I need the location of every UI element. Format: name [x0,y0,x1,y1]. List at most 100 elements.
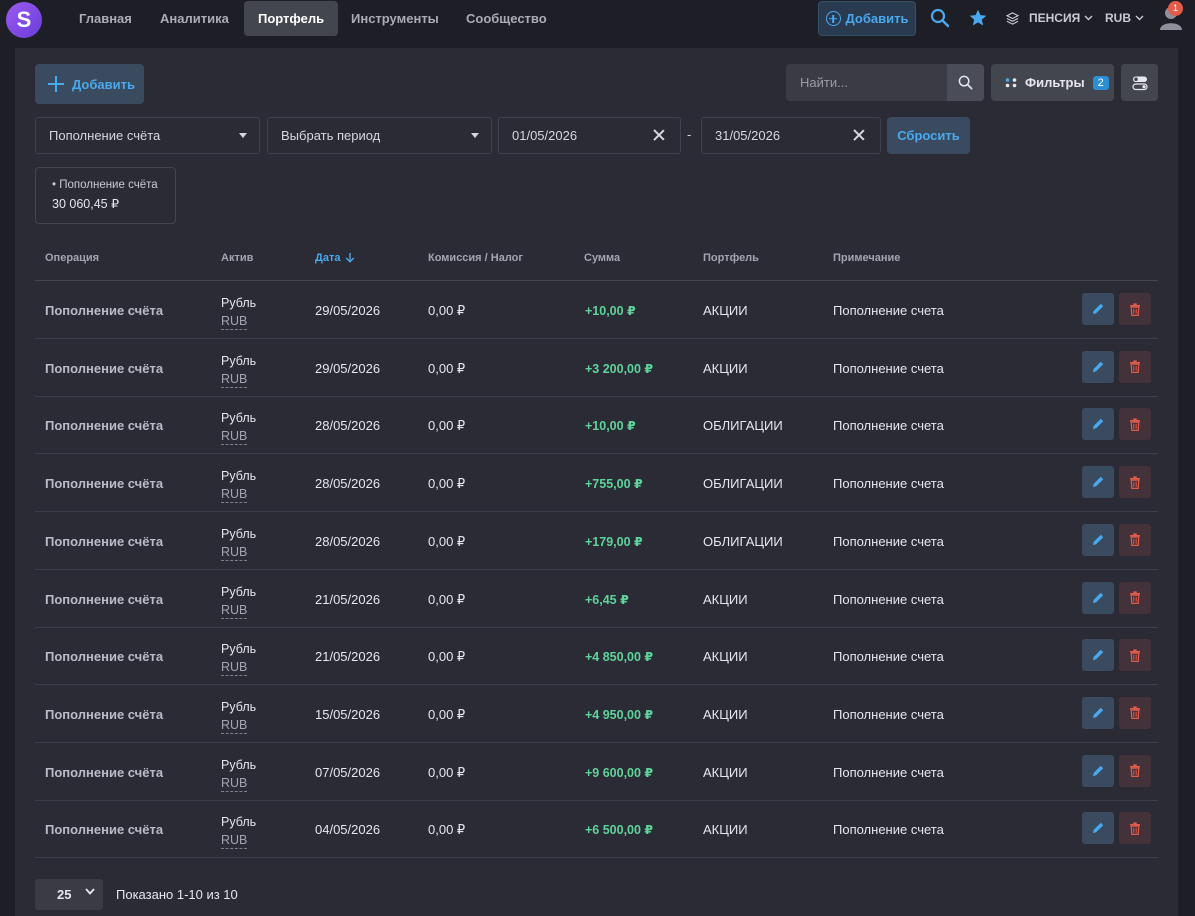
caret-down-icon [239,133,247,138]
layers-icon [1006,11,1019,25]
asset-cell: Рубль RUB [221,409,256,446]
edit-row-button[interactable] [1082,812,1114,845]
nav-link-analytics[interactable]: Аналитика [146,1,243,36]
delete-row-button[interactable] [1119,523,1151,556]
search-icon[interactable] [930,8,950,28]
edit-row-button[interactable] [1082,408,1114,441]
search-box [786,64,984,101]
table-row: Пополнение счёта Рубль RUB 28/05/2026 0,00 ₽… [35,512,1158,570]
delete-row-button[interactable] [1119,639,1151,672]
asset-cell: Рубль RUB [221,294,256,330]
star-icon[interactable] [968,8,988,28]
column-header-sum[interactable]: Сумма [584,252,620,264]
clear-date-to-icon[interactable] [853,129,865,141]
delete-row-button[interactable] [1119,581,1151,614]
asset-cell: Рубль RUB [221,813,256,850]
app-logo[interactable]: S [6,2,42,38]
portfolio-cell: АКЦИИ [703,360,748,376]
delete-row-button[interactable] [1119,812,1151,845]
date-cell: 15/05/2026 [315,706,381,722]
table-row: Пополнение счёта Рубль RUB 29/05/2026 0,00 ₽… [35,339,1158,397]
currency-selector[interactable]: RUB [1105,11,1144,25]
asset-code-link[interactable]: RUB [221,314,248,330]
pencil-icon [1093,707,1104,718]
note-cell: Пополнение счета [833,476,944,492]
asset-code-link[interactable]: RUB [221,487,248,504]
fee-cell: 0,00 ₽ [428,591,466,607]
nav-link-home[interactable]: Главная [65,1,146,36]
date-cell: 21/05/2026 [315,591,381,607]
date-to-field[interactable]: 31/05/2026 [701,117,881,154]
nav-link-community[interactable]: Сообщество [452,1,561,36]
period-select[interactable]: Выбрать период [267,117,492,154]
sum-cell: +6,45 ₽ [585,592,629,607]
column-header-asset[interactable]: Актив [221,252,253,264]
view-toggle-button[interactable] [1121,64,1158,101]
operation-cell: Пополнение счёта [45,533,164,549]
edit-row-button[interactable] [1082,350,1114,383]
portfolio-cell: АКЦИИ [703,649,748,665]
clear-date-from-icon[interactable] [653,129,665,141]
edit-row-button[interactable] [1082,466,1114,499]
portfolio-cell: ОБЛИГАЦИИ [703,533,783,549]
sum-cell: +9 600,00 ₽ [585,765,654,780]
asset-cell: Рубль RUB [221,640,257,677]
search-input[interactable] [786,64,947,101]
table-row: Пополнение счёта Рубль RUB 29/05/2026 0,00 ₽… [35,281,1158,339]
plus-circle-icon [825,11,841,26]
nav-link-instruments[interactable]: Инструменты [337,1,453,36]
trash-icon [1130,591,1140,604]
table-row: Пополнение счёта Рубль RUB 15/05/2026 0,00 ₽… [35,685,1158,743]
portfolio-selector[interactable]: ПЕНСИЯ [1006,11,1093,25]
notification-badge[interactable]: 1 [1168,1,1183,16]
edit-row-button[interactable] [1082,696,1114,729]
column-header-fee[interactable]: Комиссия / Налог [428,252,523,264]
asset-name: Рубль [221,469,257,484]
pencil-icon [1093,419,1104,430]
column-header-note[interactable]: Примечание [833,252,900,264]
note-cell: Пополнение счета [833,533,944,549]
asset-code-link[interactable]: RUB [221,660,248,677]
edit-row-button[interactable] [1082,523,1114,556]
delete-row-button[interactable] [1119,696,1151,729]
caret-down-icon [471,133,479,138]
asset-name: Рубль [221,642,257,657]
add-operation-button[interactable]: Добавить [35,64,144,104]
top-add-button[interactable]: Добавить [818,1,916,36]
asset-code-link[interactable]: RUB [221,776,248,792]
edit-row-button[interactable] [1082,293,1114,325]
delete-row-button[interactable] [1119,350,1151,383]
reset-filters-button[interactable]: Сбросить [887,117,970,154]
asset-code-link[interactable]: RUB [221,545,248,561]
asset-code-link[interactable]: RUB [221,372,248,388]
date-cell: 28/05/2026 [315,476,381,492]
asset-code-link[interactable]: RUB [221,603,248,619]
column-header-date[interactable]: Дата [315,252,355,264]
edit-row-button[interactable] [1082,639,1114,672]
operation-type-select[interactable]: Пополнение счёта [35,117,260,154]
asset-cell: Рубль RUB [221,756,256,792]
pagination-summary: Показано 1-10 из 10 [116,887,238,902]
date-to-value: 31/05/2026 [715,128,781,143]
asset-code-link[interactable]: RUB [221,833,248,850]
asset-code-link[interactable]: RUB [221,429,248,446]
column-header-operation[interactable]: Операция [45,252,99,264]
add-operation-label: Добавить [72,76,135,92]
trash-icon [1130,418,1140,431]
summary-label: • Пополнение счёта [52,179,158,191]
column-header-portfolio[interactable]: Портфель [703,252,759,264]
date-from-field[interactable]: 01/05/2026 [498,117,681,154]
nav-link-portfolio[interactable]: Портфель [244,1,339,36]
asset-name: Рубль [221,296,257,310]
edit-row-button[interactable] [1082,754,1114,787]
delete-row-button[interactable] [1119,293,1151,325]
asset-cell: Рубль RUB [221,583,256,619]
per-page-select[interactable]: 25 [35,879,103,910]
asset-code-link[interactable]: RUB [221,718,248,734]
delete-row-button[interactable] [1119,466,1151,499]
edit-row-button[interactable] [1082,581,1114,614]
filters-button[interactable]: Фильтры 2 [991,64,1114,101]
delete-row-button[interactable] [1119,754,1151,787]
search-button[interactable] [947,64,984,101]
delete-row-button[interactable] [1119,408,1151,441]
